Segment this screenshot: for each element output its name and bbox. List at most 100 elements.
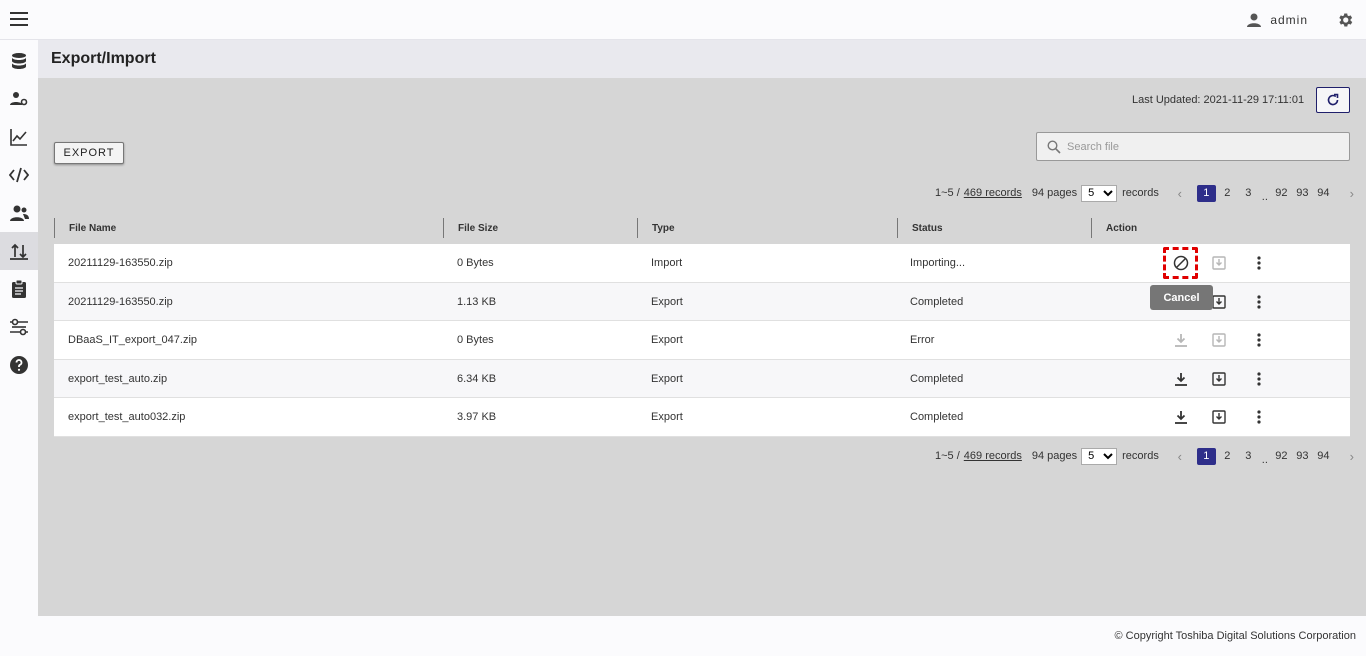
table-row: DBaaS_IT_export_047.zip 0 Bytes Export E… [54,321,1350,360]
next-page-button[interactable]: › [1345,449,1359,464]
page-button[interactable]: 1 [1196,184,1216,202]
save-icon [1212,333,1226,347]
sidebar-item-monitoring[interactable] [0,118,38,156]
page-button[interactable]: 93 [1293,448,1312,465]
file-size: 0 Bytes [457,334,494,346]
cancel-tooltip: Cancel [1150,285,1213,310]
file-status: Importing... [910,257,966,269]
page-button[interactable]: 1 [1196,447,1216,465]
sidebar-item-help[interactable] [0,346,38,384]
more-button[interactable] [1250,331,1268,349]
file-status: Error [910,334,935,346]
page-button[interactable]: 92 [1272,448,1291,465]
records-link[interactable]: 469 records [964,450,1022,462]
page-button[interactable]: 92 [1272,185,1291,202]
pages-count: 94 pages [1031,187,1078,199]
user-menu[interactable]: admin [1246,12,1308,28]
file-status: Completed [910,295,964,308]
top-bar: admin [0,0,1366,40]
refresh-icon [1327,93,1339,106]
table-row: export_test_auto.zip 6.34 KB Export Comp… [54,359,1350,398]
menu-icon[interactable] [10,12,28,28]
next-page-button[interactable]: › [1345,186,1359,201]
download-button[interactable] [1172,331,1190,349]
column-header: Type [652,223,675,234]
more-vertical-icon [1257,256,1261,270]
file-type: Import [651,257,683,269]
page-button[interactable]: 2 [1218,448,1237,465]
records-label: records [1122,187,1159,199]
footer: © Copyright Toshiba Digital Solutions Co… [38,616,1366,656]
pagination-top: 1~5 / 469 records 94 pages 5 records ‹ 1… [935,183,1359,203]
file-type: Export [651,372,683,385]
page-button[interactable]: 94 [1314,448,1333,465]
pagination-range: 1~5 / [935,450,960,462]
sidebar-item-user-settings[interactable] [0,80,38,118]
more-button[interactable] [1250,293,1268,311]
copyright-text: © Copyright Toshiba Digital Solutions Co… [1114,630,1356,642]
file-status: Completed [910,411,964,423]
column-header: Action [1106,223,1138,234]
more-button[interactable] [1250,254,1268,272]
refresh-button[interactable] [1316,87,1350,113]
page-button[interactable]: 3 [1239,448,1258,465]
sidebar-item-database[interactable] [0,42,38,80]
sidebar-item-settings[interactable] [0,308,38,346]
settings-sliders-icon [10,318,28,336]
more-vertical-icon [1257,371,1261,386]
pagination-ellipsis: .. [1261,454,1268,466]
more-button[interactable] [1250,408,1268,426]
save-button[interactable] [1210,408,1228,426]
file-name: export_test_auto032.zip [68,411,186,423]
download-button[interactable] [1172,408,1190,426]
prev-page-button[interactable]: ‹ [1173,449,1187,464]
table-row: 20211129-163550.zip 0 Bytes Import Impor… [54,244,1350,283]
file-type: Export [651,295,683,308]
page-button[interactable]: 3 [1239,185,1258,202]
more-vertical-icon [1257,294,1261,309]
cancel-icon [1173,255,1189,271]
page-button[interactable]: 93 [1293,185,1312,202]
save-button[interactable] [1210,331,1228,349]
save-icon [1212,256,1226,270]
title-bar: Export/Import [38,40,1366,78]
table-header: File Name File Size Type Status Action [54,214,1350,244]
export-button[interactable]: EXPORT [54,142,124,164]
more-button[interactable] [1250,370,1268,388]
sidebar-item-users[interactable] [0,194,38,232]
file-name: 20211129-163550.zip [68,257,173,269]
sidebar-item-clipboard[interactable] [0,270,38,308]
file-size: 6.34 KB [457,372,497,385]
prev-page-button[interactable]: ‹ [1173,186,1187,201]
page-size-select[interactable]: 5 [1081,184,1118,202]
help-icon [10,356,28,374]
files-table: File Name File Size Type Status Action 2… [54,214,1350,437]
file-name: 20211129-163550.zip [68,295,173,308]
pages-count: 94 pages [1031,450,1078,462]
column-header: File Name [69,223,117,234]
page-button[interactable]: 2 [1218,185,1237,202]
cancel-button[interactable] [1172,254,1190,272]
page-button[interactable]: 94 [1314,185,1333,202]
file-size: 3.97 KB [457,411,497,423]
sidebar-item-code[interactable] [0,156,38,194]
save-button[interactable] [1210,370,1228,388]
users-icon [10,205,29,221]
search-input[interactable] [1067,138,1337,156]
code-icon [9,167,29,183]
more-vertical-icon [1257,410,1261,424]
search-box [1036,132,1350,161]
gear-icon[interactable] [1336,11,1354,29]
page-title: Export/Import [51,50,156,67]
export-import-icon [10,243,28,260]
page-size-select[interactable]: 5 [1081,447,1118,465]
records-link[interactable]: 469 records [964,187,1022,199]
database-icon [12,53,26,69]
save-button[interactable] [1210,254,1228,272]
download-icon [1175,411,1187,424]
user-name: admin [1270,13,1308,27]
sidebar-item-export-import[interactable] [0,232,38,270]
file-type: Export [651,411,683,423]
save-icon [1212,371,1226,386]
download-button[interactable] [1172,370,1190,388]
